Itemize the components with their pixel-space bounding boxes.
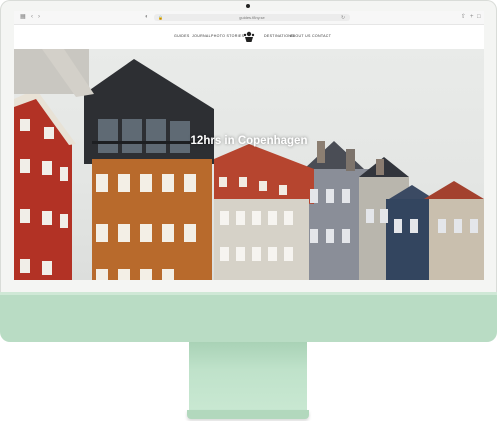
hero-title: 12hrs in Copenhagen [190, 135, 308, 147]
nav-item-contact[interactable]: Contact [312, 34, 331, 38]
browser-toolbar: ▦ ‹ › ◐ 🔒 guides.f8ny.se ↻ ⇧ + □ [14, 11, 484, 25]
chin-divider [0, 292, 497, 295]
camera-dot [246, 4, 250, 8]
nav-item-journal[interactable]: Journal [192, 34, 211, 38]
nav-item-guides[interactable]: Guides [174, 34, 190, 38]
site-logo[interactable] [242, 30, 256, 44]
share-icon[interactable]: ⇧ [461, 13, 466, 21]
sidebar-toggle-icon[interactable]: ▦ [20, 13, 26, 21]
address-bar[interactable]: 🔒 guides.f8ny.se [154, 14, 350, 21]
screen: ▦ ‹ › ◐ 🔒 guides.f8ny.se ↻ ⇧ + □ Guides … [14, 11, 484, 280]
nav-item-about-us[interactable]: About us [290, 34, 311, 38]
nav-item-photo-stories[interactable]: Photo Stories [211, 34, 244, 38]
monitor-stand [189, 342, 307, 412]
hero-image: 12hrs in Copenhagen [14, 49, 484, 280]
site-navigation: Guides Journal Photo Stories Destination… [14, 25, 484, 49]
tab-overview-icon[interactable]: □ [477, 13, 481, 21]
shield-icon: ◐ [145, 14, 149, 20]
stand-foot [187, 410, 309, 419]
url-text: guides.f8ny.se [239, 15, 265, 20]
chevron-left-icon[interactable]: ‹ [31, 13, 33, 21]
nyhavn-houses-illustration [14, 49, 484, 280]
reload-icon[interactable]: ↻ [341, 14, 345, 22]
chevron-right-icon[interactable]: › [38, 13, 40, 21]
new-tab-icon[interactable]: + [470, 13, 474, 21]
monitor-chin [0, 292, 497, 342]
lock-icon: 🔒 [158, 15, 163, 20]
